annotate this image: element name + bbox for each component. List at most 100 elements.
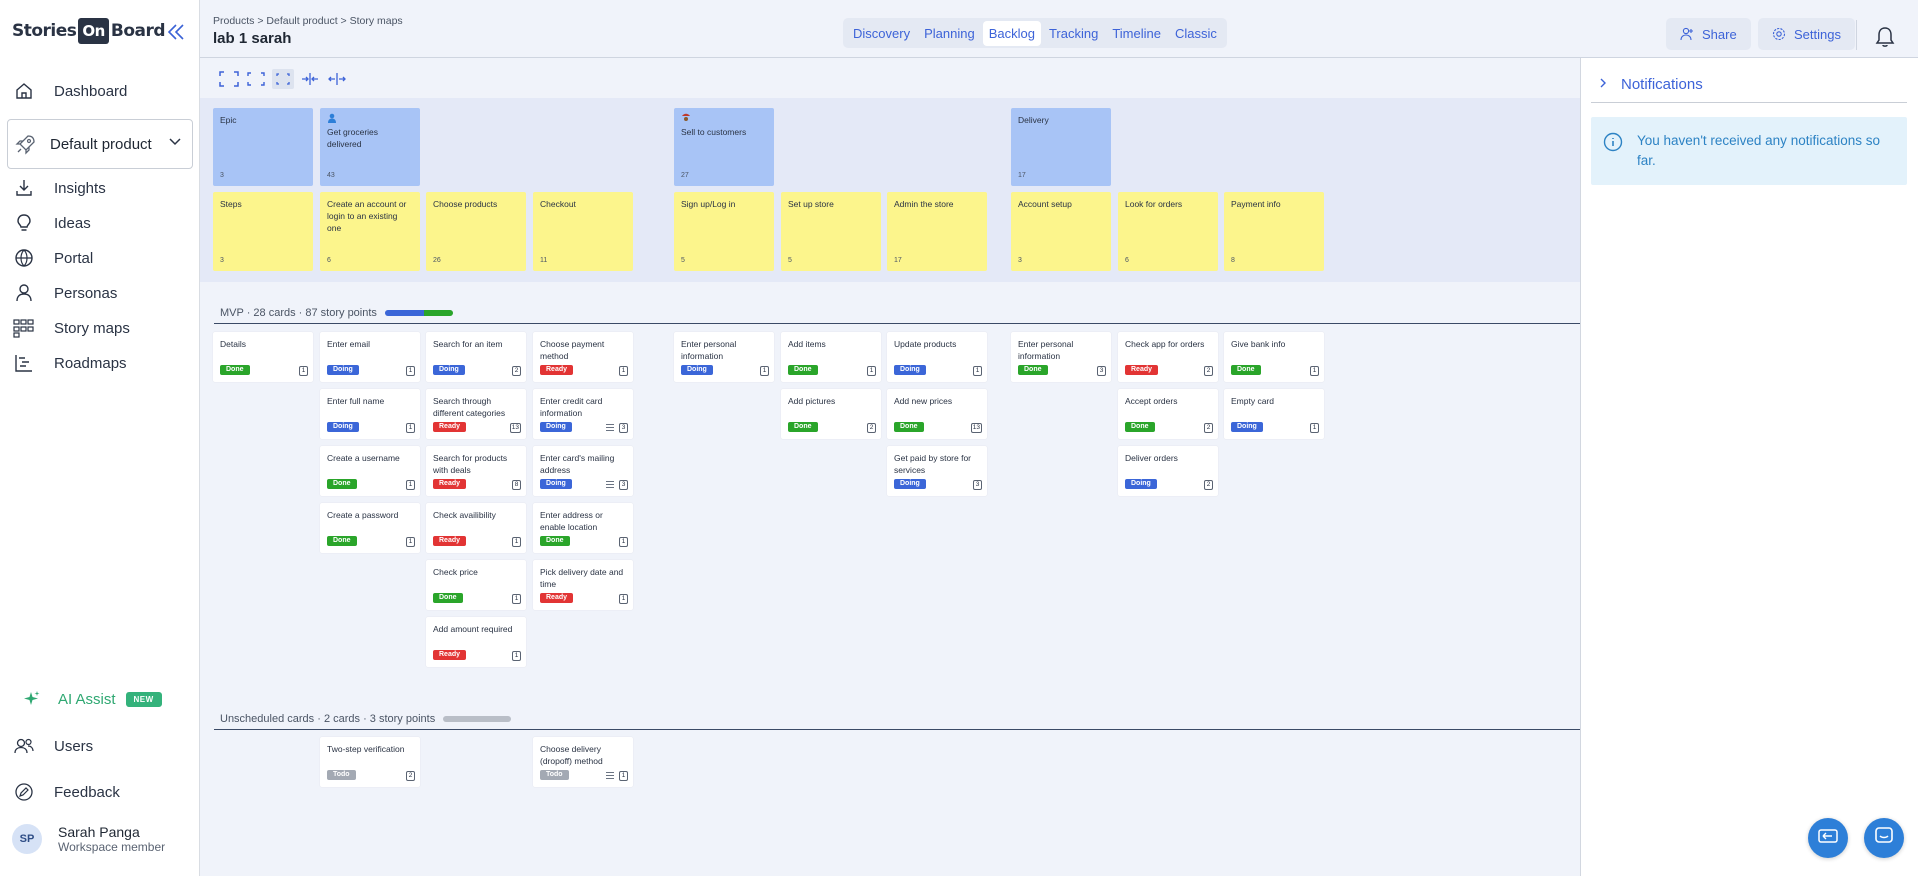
step-card[interactable]: Account setup 3 (1011, 192, 1111, 271)
step-card[interactable]: Sign up/Log in 5 (674, 192, 774, 271)
estimate-badge[interactable]: 1 (512, 537, 521, 547)
collapse-icon[interactable] (272, 69, 294, 89)
app-logo[interactable]: Stories On Board (12, 16, 166, 46)
step-card[interactable]: Create an account or login to an existin… (320, 192, 420, 271)
user-profile[interactable]: SP Sarah Panga Workspace member (12, 824, 165, 854)
estimate-badge[interactable]: 1 (619, 771, 628, 781)
story-card[interactable]: Two-step verification Todo 2 (320, 737, 420, 787)
status-badge[interactable]: Doing (894, 479, 926, 489)
estimate-badge[interactable]: 1 (299, 366, 308, 376)
product-selector[interactable]: Default product (7, 119, 193, 169)
estimate-badge[interactable]: 1 (406, 423, 415, 433)
epic-card[interactable]: Get groceries delivered 43 (320, 108, 420, 186)
story-card[interactable]: Search for an item Doing 2 (426, 332, 526, 382)
status-badge[interactable]: Done (788, 422, 818, 432)
step-card[interactable]: Choose products 26 (426, 192, 526, 271)
expand-all-icon[interactable] (218, 69, 240, 89)
status-badge[interactable]: Doing (540, 422, 572, 432)
estimate-badge[interactable]: 1 (1310, 423, 1319, 433)
story-card[interactable]: Give bank info Done 1 (1224, 332, 1324, 382)
story-card[interactable]: Get paid by store for services Doing 3 (887, 446, 987, 496)
status-badge[interactable]: Doing (327, 422, 359, 432)
estimate-badge[interactable]: 3 (1097, 366, 1106, 376)
tab-classic[interactable]: Classic (1169, 21, 1223, 46)
story-card[interactable]: Enter card's mailing address Doing 3 (533, 446, 633, 496)
chat-support-button[interactable] (1864, 818, 1904, 858)
sidebar-item-feedback[interactable]: Feedback (12, 777, 192, 807)
release-header-unscheduled[interactable]: Unscheduled cards · 2 cards · 3 story po… (220, 713, 512, 725)
story-card[interactable]: Deliver orders Doing 2 (1118, 446, 1218, 496)
estimate-badge[interactable]: 1 (619, 537, 628, 547)
story-card[interactable]: Add pictures Done 2 (781, 389, 881, 439)
tab-tracking[interactable]: Tracking (1043, 21, 1104, 46)
story-card[interactable]: Enter email Doing 1 (320, 332, 420, 382)
story-card[interactable]: Check app for orders Ready 2 (1118, 332, 1218, 382)
story-card[interactable]: Search through different categories Ready… (426, 389, 526, 439)
estimate-badge[interactable]: 1 (619, 366, 628, 376)
status-badge[interactable]: Todo (540, 770, 569, 780)
story-card[interactable]: Search for products with deals Ready 8 (426, 446, 526, 496)
widen-columns-icon[interactable] (326, 69, 348, 89)
estimate-badge[interactable]: 3 (973, 480, 982, 490)
status-badge[interactable]: Doing (540, 479, 572, 489)
step-card[interactable]: Admin the store 17 (887, 192, 987, 271)
sidebar-item-story-maps[interactable]: Story maps (12, 313, 192, 343)
estimate-badge[interactable]: 1 (973, 366, 982, 376)
epic-card[interactable]: Sell to customers 27 (674, 108, 774, 186)
story-card[interactable]: Empty card Doing 1 (1224, 389, 1324, 439)
step-card[interactable]: Payment info 8 (1224, 192, 1324, 271)
estimate-badge[interactable]: 1 (619, 594, 628, 604)
story-card[interactable]: Check price Done 1 (426, 560, 526, 610)
status-badge[interactable]: Ready (433, 479, 467, 489)
collapse-sidebar-icon[interactable] (166, 22, 188, 44)
sidebar-item-insights[interactable]: Insights (12, 173, 192, 203)
story-card[interactable]: Create a username Done 1 (320, 446, 420, 496)
bell-icon[interactable] (1875, 26, 1895, 48)
status-badge[interactable]: Ready (433, 650, 467, 660)
estimate-badge[interactable]: 1 (867, 366, 876, 376)
status-badge[interactable]: Done (327, 479, 357, 489)
estimate-badge[interactable]: 2 (1204, 480, 1213, 490)
sidebar-item-users[interactable]: Users (12, 731, 192, 761)
story-card[interactable]: Pick delivery date and time Ready 1 (533, 560, 633, 610)
status-badge[interactable]: Doing (1125, 479, 1157, 489)
status-badge[interactable]: Done (1125, 422, 1155, 432)
estimate-badge[interactable]: 1 (1310, 366, 1319, 376)
status-badge[interactable]: Done (1231, 365, 1261, 375)
status-badge[interactable]: Ready (1125, 365, 1159, 375)
sidebar-item-ai-assist[interactable]: AI Assist NEW (20, 684, 200, 714)
step-card[interactable]: Set up store 5 (781, 192, 881, 271)
status-badge[interactable]: Done (788, 365, 818, 375)
status-badge[interactable]: Done (894, 422, 924, 432)
story-card[interactable]: Enter address or enable location Done 1 (533, 503, 633, 553)
estimate-badge[interactable]: 3 (619, 480, 628, 490)
story-card[interactable]: Check availibility Ready 1 (426, 503, 526, 553)
sidebar-item-dashboard[interactable]: Dashboard (12, 76, 192, 106)
epic-card[interactable]: Delivery 17 (1011, 108, 1111, 186)
estimate-badge[interactable]: 8 (512, 480, 521, 490)
estimate-badge[interactable]: 2 (1204, 423, 1213, 433)
story-card[interactable]: Choose payment method Ready 1 (533, 332, 633, 382)
status-badge[interactable]: Ready (433, 422, 467, 432)
status-badge[interactable]: Done (1018, 365, 1048, 375)
settings-button[interactable]: Settings (1758, 18, 1855, 50)
status-badge[interactable]: Done (327, 536, 357, 546)
share-button[interactable]: Share (1666, 18, 1751, 50)
story-card[interactable]: Enter personal information Done 3 (1011, 332, 1111, 382)
estimate-badge[interactable]: 2 (867, 423, 876, 433)
story-card[interactable]: Choose delivery (dropoff) method Todo 1 (533, 737, 633, 787)
tab-timeline[interactable]: Timeline (1106, 21, 1167, 46)
story-card[interactable]: Enter personal information Doing 1 (674, 332, 774, 382)
estimate-badge[interactable]: 2 (512, 366, 521, 376)
keyboard-shortcuts-button[interactable] (1808, 818, 1848, 858)
estimate-badge[interactable]: 2 (406, 771, 415, 781)
step-card[interactable]: Look for orders 6 (1118, 192, 1218, 271)
narrow-columns-icon[interactable] (299, 69, 321, 89)
estimate-badge[interactable]: 1 (406, 366, 415, 376)
tab-discovery[interactable]: Discovery (847, 21, 916, 46)
estimate-badge[interactable]: 1 (406, 480, 415, 490)
sidebar-item-ideas[interactable]: Ideas (12, 208, 192, 238)
estimate-badge[interactable]: 1 (512, 594, 521, 604)
sidebar-item-personas[interactable]: Personas (12, 278, 192, 308)
tab-backlog[interactable]: Backlog (982, 20, 1041, 46)
